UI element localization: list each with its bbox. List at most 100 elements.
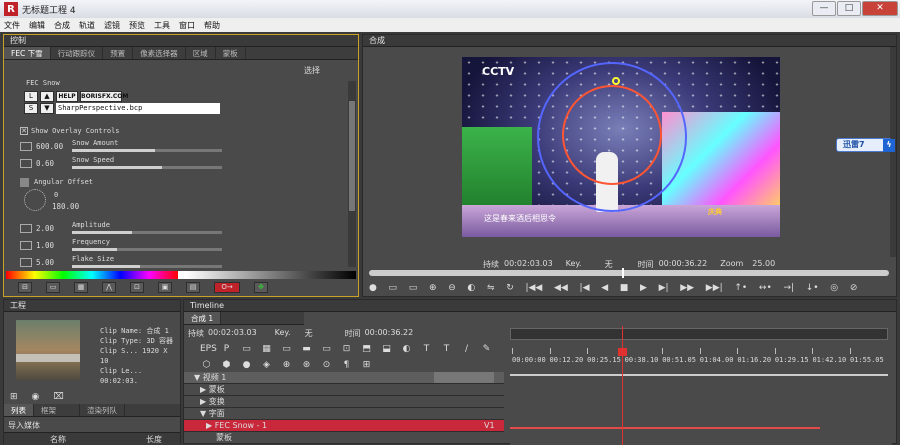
timeline-tool-icon[interactable]: ⬡ bbox=[200, 360, 213, 371]
scrollbar-thumb[interactable] bbox=[349, 101, 355, 211]
col-name[interactable]: 名称 bbox=[50, 434, 66, 445]
transport-button[interactable]: |◀ bbox=[580, 283, 590, 293]
clip-thumbnail[interactable] bbox=[16, 320, 80, 380]
track-filters[interactable]: ▼ 字面 bbox=[184, 408, 504, 420]
work-area-bar[interactable] bbox=[510, 328, 888, 340]
scrubber-handle[interactable] bbox=[622, 268, 624, 278]
video-preview[interactable]: CCTV 这是春来酒后相思令 庆典 bbox=[462, 57, 780, 237]
timeline-tool-icon[interactable]: ⊛ bbox=[300, 360, 313, 371]
timeline-tool-icon[interactable]: ⬢ bbox=[220, 360, 233, 371]
transport-button[interactable]: ▶▶| bbox=[706, 283, 723, 293]
timeline-tool-icon[interactable]: ∕ bbox=[460, 344, 473, 355]
keyframe-icon[interactable] bbox=[20, 159, 32, 168]
flake-size-value[interactable]: 5.00 bbox=[36, 258, 54, 267]
timeline-tool-icon[interactable]: ⬓ bbox=[380, 344, 393, 355]
tab-render-queue[interactable]: 渲染列队 bbox=[80, 404, 125, 416]
keyframe-icon[interactable] bbox=[20, 241, 32, 250]
preset-file-field[interactable]: SharpPerspective.bcp bbox=[56, 103, 220, 114]
snow-speed-value[interactable]: 0.60 bbox=[36, 159, 54, 168]
transport-button[interactable]: |◀◀ bbox=[525, 283, 542, 293]
transport-button[interactable]: ◎ bbox=[830, 283, 838, 293]
panel-icon-1[interactable]: ⊟ bbox=[18, 282, 32, 293]
playhead[interactable] bbox=[622, 326, 623, 445]
timeline-tool-icon[interactable]: ▦ bbox=[260, 344, 273, 355]
collapse-icon[interactable]: ▼ bbox=[194, 373, 200, 382]
control-scrollbar[interactable] bbox=[348, 81, 356, 267]
collapse-icon[interactable]: ▼ bbox=[200, 409, 206, 418]
timeline-tool-icon[interactable]: ⊕ bbox=[280, 360, 293, 371]
grayscale-strip[interactable] bbox=[186, 271, 356, 279]
angle-dial[interactable] bbox=[24, 189, 46, 211]
timeline-tool-icon[interactable]: ● bbox=[240, 360, 253, 371]
menu-window[interactable]: 窗口 bbox=[179, 20, 195, 31]
tab-fec-snow[interactable]: FEC 下雪 bbox=[4, 47, 51, 59]
playhead-handle[interactable] bbox=[618, 348, 627, 356]
transport-button[interactable]: ▭ bbox=[389, 283, 398, 293]
track-mask[interactable]: ▶ 蒙板 bbox=[184, 384, 504, 396]
track-video-1[interactable]: ▼ 视频 1 bbox=[184, 372, 504, 384]
eye-icon[interactable]: ◉ bbox=[32, 392, 40, 402]
timeline-tool-icon[interactable]: ⬒ bbox=[360, 344, 373, 355]
timeline-tool-icon[interactable]: ▭ bbox=[280, 344, 293, 355]
transport-button[interactable]: ↓• bbox=[806, 283, 819, 293]
timeline-tool-icon[interactable]: ⊙ bbox=[320, 360, 333, 371]
transport-button[interactable]: ⊘ bbox=[850, 283, 858, 293]
transport-button[interactable]: ⊖ bbox=[448, 283, 456, 293]
hue-strip[interactable] bbox=[6, 271, 178, 279]
timeline-tool-icon[interactable]: ✎ bbox=[480, 344, 493, 355]
preview-scrubber[interactable] bbox=[369, 268, 889, 278]
maximize-button[interactable]: □ bbox=[837, 1, 861, 16]
menu-filter[interactable]: 滤镜 bbox=[104, 20, 120, 31]
transport-button[interactable]: ⊕ bbox=[429, 283, 437, 293]
timeline-ruler[interactable]: 00:00:00 00:12.20 00:25.15 00:38.10 00:51.05… bbox=[510, 348, 890, 368]
track-controls[interactable] bbox=[434, 372, 494, 383]
timeline-tool-icon[interactable]: T bbox=[420, 344, 433, 355]
minimize-button[interactable]: — bbox=[812, 1, 836, 16]
tab-comp-1[interactable]: 合成 1 bbox=[184, 312, 222, 324]
save-button[interactable]: S bbox=[24, 103, 38, 114]
transport-button[interactable]: ▶| bbox=[659, 283, 669, 293]
timeline-tool-icon[interactable]: ▭ bbox=[320, 344, 333, 355]
composite-scrollbar[interactable] bbox=[890, 47, 896, 257]
timeline-tool-icon[interactable]: ⊞ bbox=[360, 360, 373, 371]
help-button[interactable]: HELP bbox=[56, 91, 78, 102]
timeline-tool-icon[interactable]: ¶ bbox=[340, 360, 353, 371]
transport-button[interactable]: ↻ bbox=[506, 283, 514, 293]
tab-presets[interactable]: 预置 bbox=[103, 47, 134, 59]
panel-icon-7[interactable]: ▤ bbox=[186, 282, 200, 293]
transport-button[interactable]: ▶ bbox=[640, 283, 647, 293]
keyframe-toggle-button[interactable]: O→ bbox=[214, 282, 240, 293]
timeline-tool-icon[interactable]: ◐ bbox=[400, 344, 413, 355]
expand-icon[interactable]: ▶ bbox=[206, 421, 212, 430]
trash-icon[interactable]: ⌧ bbox=[53, 392, 63, 402]
transport-button[interactable]: ▶▶ bbox=[680, 283, 694, 293]
panel-icon-3[interactable]: ▦ bbox=[74, 282, 88, 293]
col-length[interactable]: 长度 bbox=[146, 434, 162, 445]
tab-frames[interactable]: 框架 bbox=[34, 404, 80, 416]
panel-icon-5[interactable]: ⊡ bbox=[130, 282, 144, 293]
xunlei-float-button[interactable]: 迅雷7 ϟ bbox=[836, 138, 895, 152]
timeline-tool-icon[interactable]: T bbox=[440, 344, 453, 355]
transport-button[interactable]: ↑• bbox=[734, 283, 747, 293]
transport-button[interactable]: ◐ bbox=[467, 283, 475, 293]
transport-button[interactable]: ◀ bbox=[601, 283, 608, 293]
menu-tools[interactable]: 工具 bbox=[154, 20, 170, 31]
transport-button[interactable]: →| bbox=[783, 283, 794, 293]
tab-list[interactable]: 列表 bbox=[4, 404, 34, 416]
overlay-checkbox[interactable]: ✕ bbox=[20, 127, 28, 135]
menu-edit[interactable]: 编辑 bbox=[29, 20, 45, 31]
panel-icon-6[interactable]: ▣ bbox=[158, 282, 172, 293]
transport-button[interactable]: ↔• bbox=[759, 283, 772, 293]
timeline-tool-icon[interactable]: EPS bbox=[200, 344, 217, 355]
tab-motion-tracker[interactable]: 行动跟踪仪 bbox=[51, 47, 104, 59]
down-icon[interactable]: ▼ bbox=[40, 103, 54, 114]
frequency-value[interactable]: 1.00 bbox=[36, 241, 54, 250]
transport-button[interactable]: ● bbox=[369, 283, 377, 293]
amplitude-value[interactable]: 2.00 bbox=[36, 224, 54, 233]
borisfx-button[interactable]: BORISFX.COM bbox=[80, 91, 128, 102]
tab-mask[interactable]: 蒙板 bbox=[216, 47, 246, 59]
expand-icon[interactable]: ▶ bbox=[200, 397, 206, 406]
menu-preview[interactable]: 预览 bbox=[129, 20, 145, 31]
snow-amount-value[interactable]: 600.00 bbox=[36, 142, 63, 151]
timeline-tool-icon[interactable]: ⊡ bbox=[340, 344, 353, 355]
